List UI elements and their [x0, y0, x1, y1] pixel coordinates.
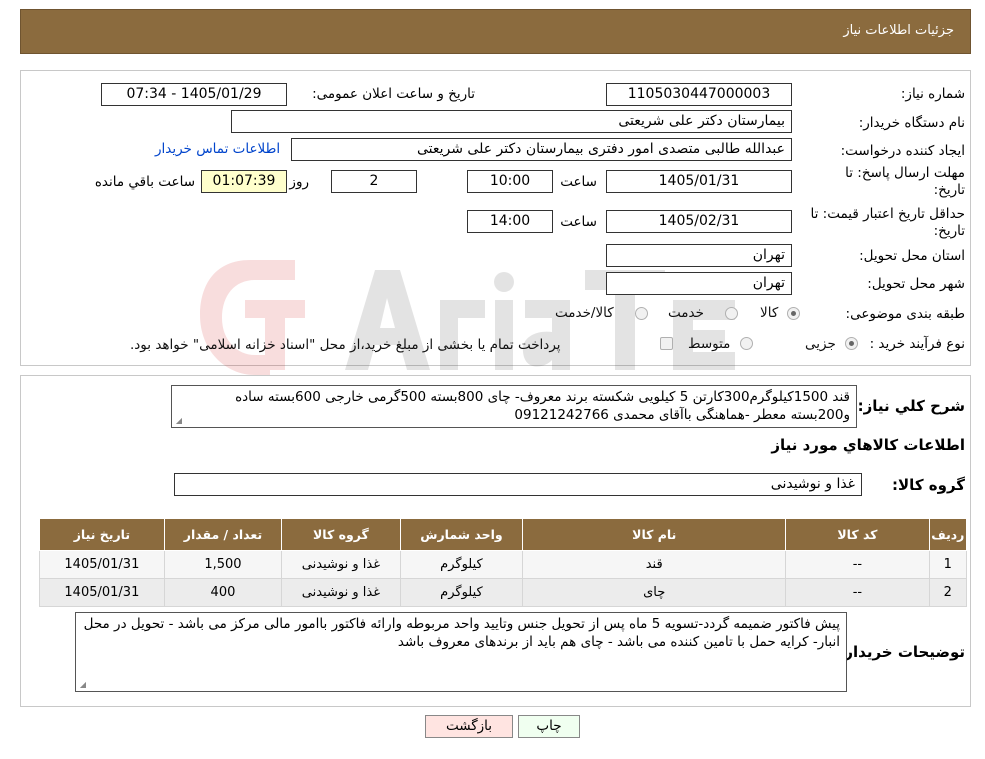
deadline-label: مهلت ارسال پاسخ: تا — [845, 165, 965, 181]
goods-group-field[interactable]: غذا و نوشیدنی — [174, 473, 862, 496]
creator-label: ایجاد کننده درخواست: — [840, 143, 965, 159]
category-radio-goods-service[interactable] — [635, 307, 648, 320]
cell-row: 2 — [928, 578, 968, 607]
buyer-notes-textarea[interactable]: پیش فاکتور ضمیمه گردد-تسویه 5 ماه پس از … — [75, 612, 847, 692]
category-option-goods: کالا — [760, 305, 779, 321]
cell-code: -- — [785, 550, 930, 579]
remaining-time-field: 01:07:39 — [201, 170, 287, 193]
deadline-date-field[interactable]: 1405/01/31 — [606, 170, 792, 193]
cell-name: چای — [522, 578, 787, 607]
deadline-time-label: ساعت — [560, 174, 597, 190]
col-unit-header: واحد شمارش — [399, 518, 524, 551]
print-button[interactable]: چاپ — [518, 715, 580, 738]
process-treasury-note: پرداخت تمام یا بخشی از مبلغ خرید،از محل … — [130, 337, 561, 353]
description-label: شرح کلي نياز: — [857, 397, 965, 415]
cell-qty: 1,500 — [163, 550, 283, 579]
province-label: استان محل تحویل: — [859, 248, 965, 264]
process-treasury-checkbox[interactable] — [660, 337, 673, 350]
buyer-org-field[interactable]: بیمارستان دکتر علی شریعتی — [231, 110, 792, 133]
table-row[interactable]: 2 -- چای کیلوگرم غذا و نوشیدنی 400 1405/… — [39, 578, 968, 607]
validity-label-date: تاریخ: — [933, 223, 965, 239]
deadline-time-field[interactable]: 10:00 — [467, 170, 553, 193]
announce-date-field[interactable]: 1405/01/29 - 07:34 — [101, 83, 287, 106]
page-title: جزئیات اطلاعات نیاز — [843, 23, 954, 38]
cell-date: 1405/01/31 — [39, 550, 165, 579]
category-radio-goods[interactable] — [787, 307, 800, 320]
col-qty-header: تعداد / مقدار — [163, 518, 283, 551]
remaining-time-label: ساعت باقي مانده — [94, 174, 195, 190]
category-option-service: خدمت — [668, 305, 704, 321]
cell-unit: کیلوگرم — [399, 550, 524, 579]
goods-group-label: گروه کالا: — [892, 476, 965, 494]
items-table: ردیف کد کالا نام کالا واحد شمارش گروه کا… — [39, 518, 968, 607]
validity-time-label: ساعت — [560, 214, 597, 230]
buyer-notes-label: توضیحات خریدار: — [838, 643, 965, 661]
buyer-contact-link[interactable]: اطلاعات تماس خریدار — [155, 141, 280, 157]
category-label: طبقه بندی موضوعی: — [845, 306, 965, 322]
creator-field[interactable]: عبدالله طالبی متصدی امور دفتری بیمارستان… — [291, 138, 792, 161]
cell-group: غذا و نوشیدنی — [281, 550, 401, 579]
process-radio-medium[interactable] — [740, 337, 753, 350]
process-option-medium: متوسط — [688, 336, 731, 352]
cell-code: -- — [785, 578, 930, 607]
validity-label: حداقل تاریخ اعتبار قیمت: تا — [810, 206, 965, 222]
category-option-goods-service: کالا/خدمت — [555, 305, 614, 321]
cell-row: 1 — [928, 550, 968, 579]
province-field[interactable]: تهران — [606, 244, 792, 267]
category-radio-service[interactable] — [725, 307, 738, 320]
col-name-header: نام کالا — [522, 518, 787, 551]
goods-section-title: اطلاعات کالاهاي مورد نياز — [771, 436, 965, 454]
back-button[interactable]: بازگشت — [425, 715, 513, 738]
process-label: نوع فرآیند خرید : — [869, 336, 965, 352]
need-number-label: شماره نیاز: — [900, 86, 965, 102]
need-number-field[interactable]: 1105030447000003 — [606, 83, 792, 106]
resize-grip-icon[interactable]: ◢ — [174, 417, 182, 425]
col-code-header: کد کالا — [785, 518, 930, 551]
city-label: شهر محل تحویل: — [867, 276, 965, 292]
validity-date-field[interactable]: 1405/02/31 — [606, 210, 792, 233]
process-option-minor: جزیی — [805, 336, 836, 352]
announce-date-label: تاریخ و ساعت اعلان عمومی: — [312, 86, 475, 102]
page-header: جزئیات اطلاعات نیاز — [20, 9, 971, 54]
validity-time-field[interactable]: 14:00 — [467, 210, 553, 233]
table-header-row: ردیف کد کالا نام کالا واحد شمارش گروه کا… — [39, 518, 968, 551]
buyer-notes-text: پیش فاکتور ضمیمه گردد-تسویه 5 ماه پس از … — [83, 616, 840, 650]
table-row[interactable]: 1 -- قند کیلوگرم غذا و نوشیدنی 1,500 140… — [39, 550, 968, 579]
cell-qty: 400 — [163, 578, 283, 607]
description-text: قند 1500کیلوگرم300کارتن 5 کیلویی شکسته ب… — [235, 389, 850, 423]
deadline-label-date: تاریخ: — [933, 182, 965, 198]
col-row-header: ردیف — [928, 518, 968, 551]
days-field[interactable]: 2 — [331, 170, 417, 193]
col-group-header: گروه کالا — [281, 518, 401, 551]
cell-group: غذا و نوشیدنی — [281, 578, 401, 607]
buyer-org-label: نام دستگاه خریدار: — [858, 115, 965, 131]
description-textarea[interactable]: قند 1500کیلوگرم300کارتن 5 کیلویی شکسته ب… — [171, 385, 857, 428]
resize-grip-icon[interactable]: ◢ — [78, 681, 86, 689]
cell-name: قند — [522, 550, 787, 579]
cell-unit: کیلوگرم — [399, 578, 524, 607]
city-field[interactable]: تهران — [606, 272, 792, 295]
cell-date: 1405/01/31 — [39, 578, 165, 607]
process-radio-minor[interactable] — [845, 337, 858, 350]
col-date-header: تاریخ نیاز — [39, 518, 165, 551]
